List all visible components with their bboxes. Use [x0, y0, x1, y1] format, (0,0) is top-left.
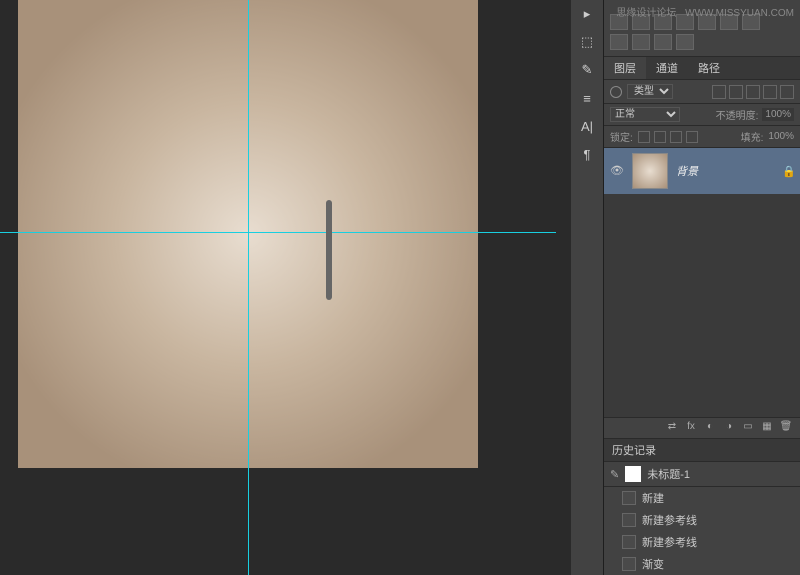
- history-header[interactable]: 历史记录: [604, 438, 800, 462]
- watermark-url: WWW.MISSYUAN.COM: [685, 8, 794, 19]
- lock-row: 锁定: 填充: 100%: [604, 126, 800, 148]
- tab-paths[interactable]: 路径: [688, 57, 730, 79]
- filter-kind-select[interactable]: 类型: [627, 84, 673, 99]
- canvas-area[interactable]: [0, 0, 571, 575]
- adjustment-icon[interactable]: [632, 34, 650, 50]
- layer-thumbnail[interactable]: [632, 153, 668, 189]
- lock-position-icon[interactable]: [670, 131, 682, 143]
- paragraph-icon[interactable]: ¶: [577, 144, 597, 164]
- filter-adjust-icon[interactable]: [729, 85, 743, 99]
- fx-icon[interactable]: fx: [683, 421, 699, 435]
- filter-type-icon[interactable]: [746, 85, 760, 99]
- lock-all-icon[interactable]: [686, 131, 698, 143]
- visibility-eye-icon[interactable]: 👁: [610, 164, 624, 178]
- layer-footer: ⇄ fx ◐ ◑ ▭ ▦ 🗑: [604, 417, 800, 438]
- history-step[interactable]: 渐变: [604, 553, 800, 575]
- brushes-icon[interactable]: ✎: [577, 60, 597, 80]
- guide-vertical[interactable]: [248, 0, 249, 575]
- adjustment-layer-icon[interactable]: ◑: [721, 421, 737, 435]
- panel-menu-icon[interactable]: ▸: [577, 4, 597, 24]
- history-panel: 历史记录 ✎ 未标题-1 新建 新建参考线 新建参考线 渐变: [604, 438, 800, 575]
- filter-pixel-icon[interactable]: [712, 85, 726, 99]
- group-icon[interactable]: ▭: [740, 421, 756, 435]
- scrollbar-vertical[interactable]: [326, 200, 332, 300]
- history-document[interactable]: ✎ 未标题-1: [604, 462, 800, 487]
- opacity-label: 不透明度:: [716, 107, 759, 122]
- right-panels: 思缘设计论坛 WWW.MISSYUAN.COM 图层 通道 路径: [603, 0, 800, 575]
- history-step[interactable]: 新建参考线: [604, 531, 800, 553]
- guide-horizontal[interactable]: [0, 232, 556, 233]
- mask-icon[interactable]: ◐: [702, 421, 718, 435]
- collapsed-panel-dock: ▸ ⬚ ✎ ≡ A| ¶: [571, 0, 603, 575]
- adjustment-icon[interactable]: [676, 34, 694, 50]
- delete-layer-icon[interactable]: 🗑: [778, 421, 794, 435]
- history-step[interactable]: 新建参考线: [604, 509, 800, 531]
- filter-smart-icon[interactable]: [780, 85, 794, 99]
- link-layers-icon[interactable]: ⇄: [664, 421, 680, 435]
- layer-name[interactable]: 背景: [676, 163, 774, 179]
- adjustment-icon[interactable]: [610, 34, 628, 50]
- styles-icon[interactable]: ≡: [577, 88, 597, 108]
- character-icon[interactable]: A|: [577, 116, 597, 136]
- history-gradient-icon: [622, 557, 636, 571]
- document-name: 未标题-1: [647, 466, 690, 482]
- watermark-text: 思缘设计论坛: [616, 8, 676, 19]
- lock-label: 锁定:: [610, 129, 633, 144]
- history-guide-icon: [622, 535, 636, 549]
- layers-list: 👁 背景 🔒: [604, 148, 800, 417]
- layer-row[interactable]: 👁 背景 🔒: [604, 148, 800, 194]
- opacity-value[interactable]: 100%: [762, 108, 794, 121]
- filter-shape-icon[interactable]: [763, 85, 777, 99]
- history-step-label: 新建参考线: [642, 534, 697, 550]
- swatches-icon[interactable]: ⬚: [577, 32, 597, 52]
- panel-tabs: 图层 通道 路径: [604, 57, 800, 80]
- tab-layers[interactable]: 图层: [604, 57, 646, 79]
- blend-mode-row: 正常 不透明度: 100%: [604, 104, 800, 126]
- snapshot-thumbnail: [625, 466, 641, 482]
- history-step-label: 新建: [642, 490, 664, 506]
- history-step-label: 渐变: [642, 556, 664, 572]
- watermark: 思缘设计论坛 WWW.MISSYUAN.COM: [610, 4, 794, 19]
- search-icon[interactable]: [610, 86, 622, 98]
- lock-pixels-icon[interactable]: [654, 131, 666, 143]
- new-layer-icon[interactable]: ▦: [759, 421, 775, 435]
- history-step-label: 新建参考线: [642, 512, 697, 528]
- history-new-icon: [622, 491, 636, 505]
- history-guide-icon: [622, 513, 636, 527]
- adjustment-icon[interactable]: [654, 34, 672, 50]
- history-step[interactable]: 新建: [604, 487, 800, 509]
- history-brush-icon: ✎: [610, 468, 619, 481]
- tab-channels[interactable]: 通道: [646, 57, 688, 79]
- layer-filter-row: 类型: [604, 80, 800, 104]
- layer-lock-icon: 🔒: [782, 165, 794, 178]
- fill-value[interactable]: 100%: [768, 131, 794, 142]
- fill-label: 填充:: [741, 129, 764, 144]
- blend-mode-select[interactable]: 正常: [610, 107, 680, 122]
- lock-transparency-icon[interactable]: [638, 131, 650, 143]
